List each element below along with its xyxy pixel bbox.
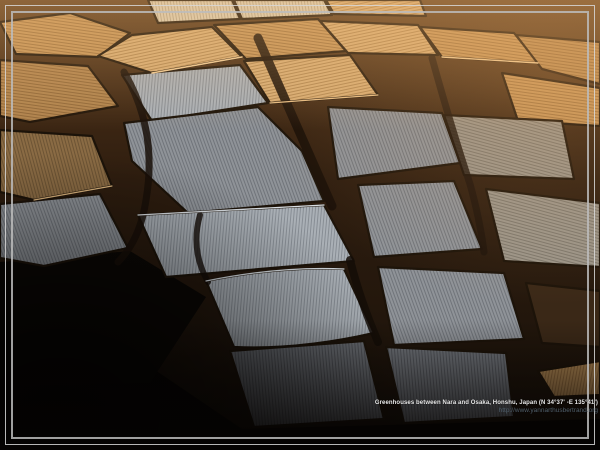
lighting-overlays [0, 0, 600, 450]
caption-title: Greenhouses between Nara and Osaka, Hons… [375, 400, 598, 406]
photo-caption: Greenhouses between Nara and Osaka, Hons… [375, 400, 598, 414]
aerial-photo-illustration [0, 0, 600, 450]
caption-url: http://www.yannarthusbertrand.org [375, 407, 598, 414]
wallpaper: Greenhouses between Nara and Osaka, Hons… [0, 0, 600, 450]
